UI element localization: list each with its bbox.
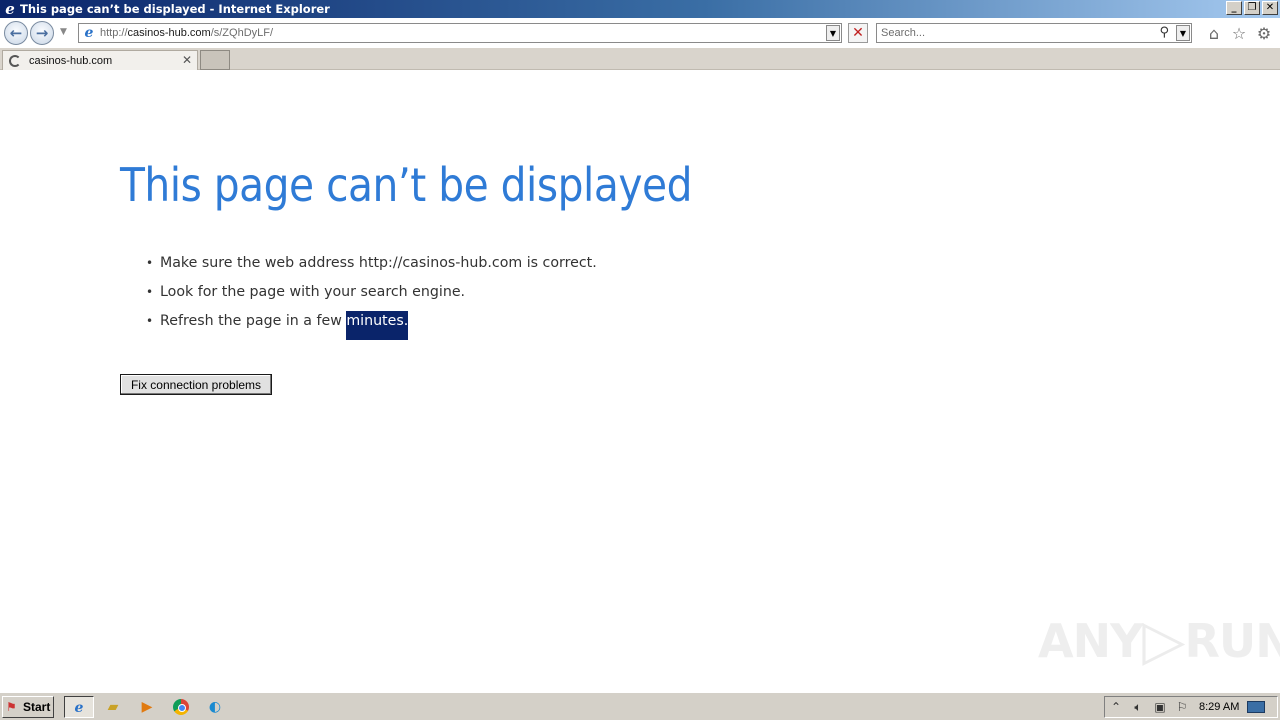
address-bar[interactable]: e http://casinos-hub.com/s/ZQhDyLF/ ▼ xyxy=(78,23,842,43)
address-dropdown-button[interactable]: ▼ xyxy=(826,25,840,41)
volume-icon[interactable]: 🔈︎ xyxy=(1127,700,1149,715)
back-button[interactable]: ← xyxy=(4,21,28,45)
tab-casinos-hub[interactable]: casinos-hub.com ✕ xyxy=(2,50,198,70)
title-bar: e This page can’t be displayed - Interne… xyxy=(0,0,1280,18)
page-icon: e xyxy=(84,25,94,41)
chevron-up-icon[interactable]: ⌃ xyxy=(1105,700,1127,714)
selected-text: minutes. xyxy=(346,311,409,340)
arrow-left-icon: ← xyxy=(9,24,23,42)
search-box[interactable]: ⚲ ▼ xyxy=(876,23,1192,43)
clock[interactable]: 8:29 AM xyxy=(1199,701,1239,713)
start-button[interactable]: ⚑ Start xyxy=(2,696,54,718)
close-icon: ✕ xyxy=(852,25,864,41)
list-item: • Look for the page with your search engi… xyxy=(146,282,597,311)
network-icon[interactable]: ▣ xyxy=(1149,700,1171,714)
restore-button[interactable]: ❐ xyxy=(1244,1,1260,15)
close-button[interactable]: ✕ xyxy=(1262,1,1278,15)
search-input[interactable] xyxy=(881,25,1151,41)
bullet-icon: • xyxy=(146,256,154,270)
stop-button[interactable]: ✕ xyxy=(848,23,868,43)
list-item: • Refresh the page in a few minutes. xyxy=(146,311,597,340)
system-tray: ⌃ 🔈︎ ▣ ⚐ 8:29 AM xyxy=(1104,696,1278,718)
page-title: This page can’t be displayed xyxy=(120,158,692,212)
ie-icon: e xyxy=(5,0,15,18)
taskbar-edge-icon[interactable]: ◐ xyxy=(200,696,230,718)
bullet-icon: • xyxy=(146,314,154,328)
bullet-icon: • xyxy=(146,285,154,299)
tab-close-icon[interactable]: ✕ xyxy=(182,53,192,67)
favorites-star-icon[interactable]: ☆ xyxy=(1230,25,1248,43)
taskbar-media-player-icon[interactable]: ▶ xyxy=(132,696,162,718)
address-text[interactable]: http://casinos-hub.com/s/ZQhDyLF/ xyxy=(100,27,273,39)
forward-button[interactable]: → xyxy=(30,21,54,45)
chevron-down-icon: ▼ xyxy=(829,29,837,38)
taskbar-folder-icon[interactable]: ▰ xyxy=(98,696,128,718)
show-desktop-icon[interactable] xyxy=(1247,701,1266,713)
fix-connection-button[interactable]: Fix connection problems xyxy=(120,374,272,395)
anyrun-watermark: ANY ▷ RUN xyxy=(1038,608,1280,673)
minimize-button[interactable]: _ xyxy=(1226,1,1242,15)
tab-bar: casinos-hub.com ✕ xyxy=(0,48,1280,70)
search-dropdown-button[interactable]: ▼ xyxy=(1176,25,1190,41)
history-dropdown[interactable]: ▼ xyxy=(60,27,67,37)
tab-label: casinos-hub.com xyxy=(29,54,113,67)
suggestion-list: • Make sure the web address http://casino… xyxy=(146,253,597,340)
chevron-down-icon: ▼ xyxy=(60,27,67,37)
taskbar-ie-icon[interactable]: e xyxy=(64,696,94,718)
flag-icon[interactable]: ⚐ xyxy=(1171,700,1193,714)
play-logo-icon: ▷ xyxy=(1142,608,1185,673)
chevron-down-icon: ▼ xyxy=(1179,29,1187,38)
taskbar-chrome-icon[interactable] xyxy=(166,696,196,718)
loading-spinner-icon xyxy=(9,54,21,67)
arrow-right-icon: → xyxy=(35,24,49,42)
gear-icon[interactable]: ⚙ xyxy=(1255,25,1273,43)
navigation-bar: ← → ▼ e http://casinos-hub.com/s/ZQhDyLF… xyxy=(0,18,1280,48)
search-icon[interactable]: ⚲ xyxy=(1159,25,1169,40)
new-tab-button[interactable] xyxy=(200,50,230,70)
window-title: This page can’t be displayed - Internet … xyxy=(20,2,330,16)
home-icon[interactable]: ⌂ xyxy=(1205,25,1223,43)
page-content: This page can’t be displayed • Make sure … xyxy=(0,70,1280,692)
window-controls: _ ❐ ✕ xyxy=(1226,1,1278,15)
windows-flag-icon: ⚑ xyxy=(6,700,17,714)
taskbar: ⚑ Start e ▰ ▶ ◐ ⌃ 🔈︎ ▣ ⚐ 8:29 AM xyxy=(0,692,1280,720)
list-item: • Make sure the web address http://casino… xyxy=(146,253,597,282)
